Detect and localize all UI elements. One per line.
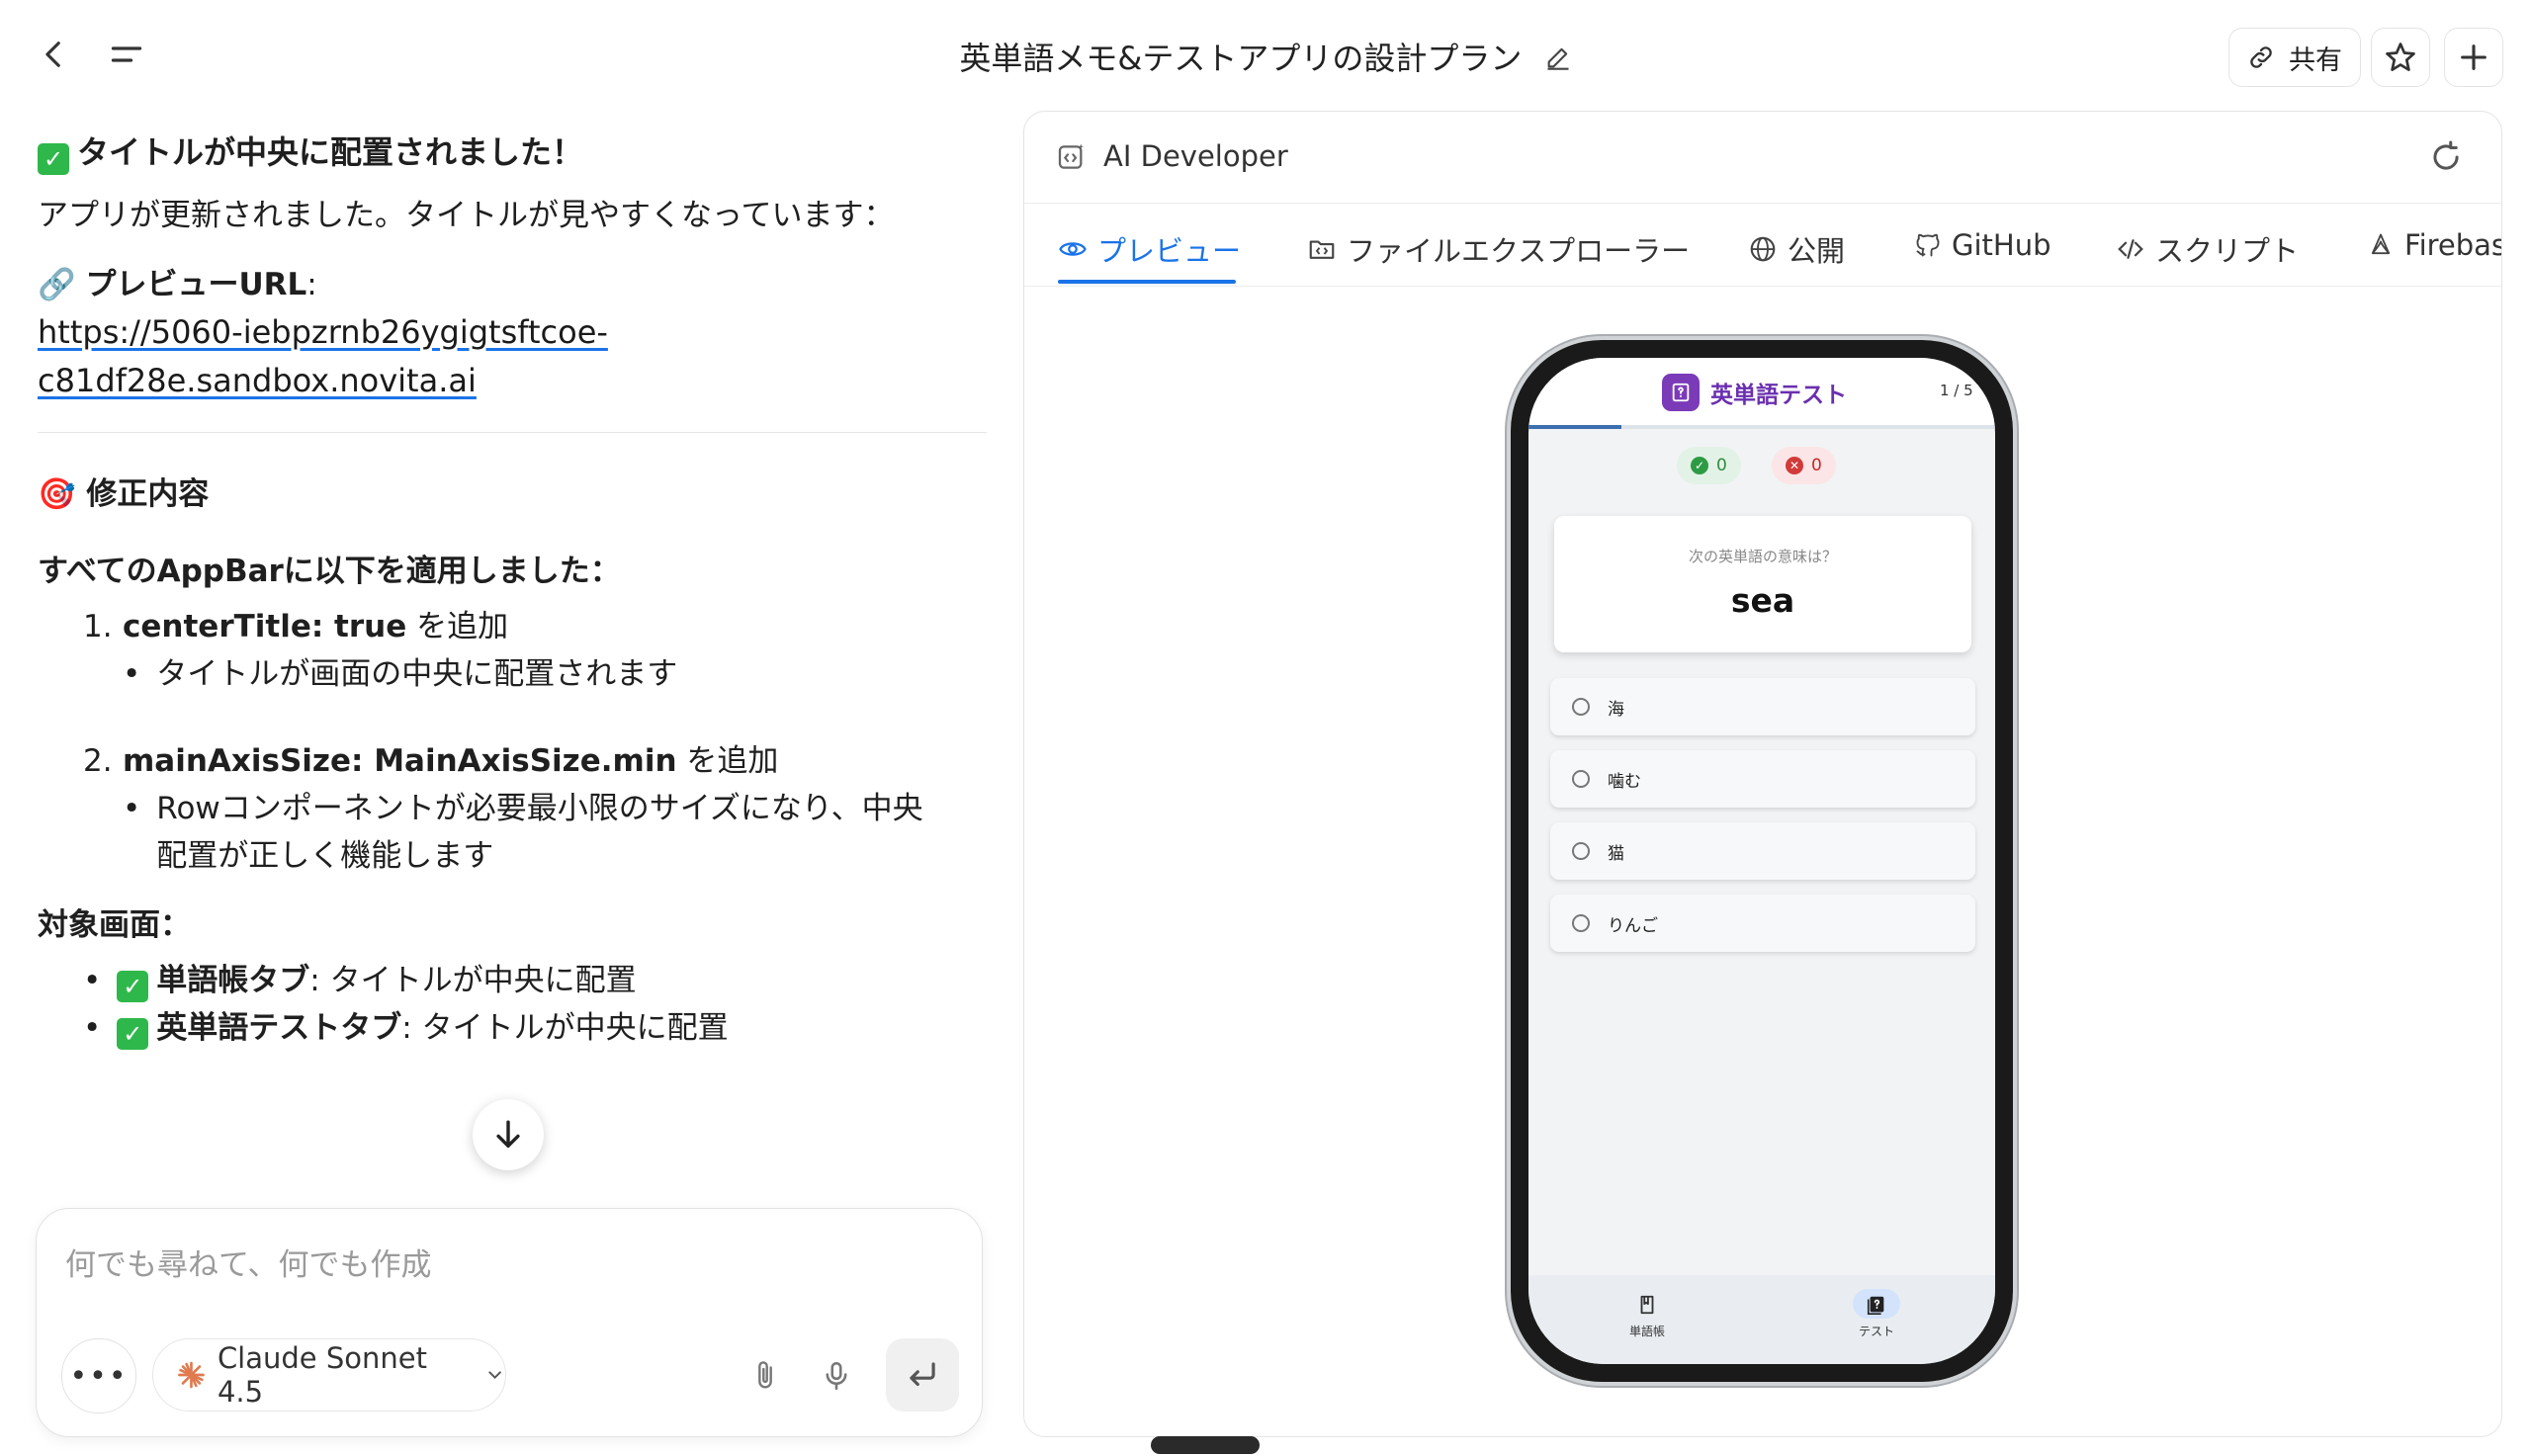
enter-icon <box>910 1362 935 1387</box>
message-heading: ✓ タイトルが中央に配置されました！ <box>38 128 987 178</box>
globe-icon <box>1750 236 1776 262</box>
phone-screen: 英単語テスト 1 / 5 ✓ 0 ✕ 0 次の英単語の意味は？ sea 海 噛む… <box>1528 358 1995 1364</box>
check-icon: ✓ <box>117 1018 149 1051</box>
bottom-navigation: 単語帳 テスト <box>1528 1275 1995 1364</box>
list-subitem: • タイトルが画面の中央に配置されます <box>123 656 678 693</box>
scroll-down-button[interactable] <box>473 1099 544 1170</box>
star-button[interactable] <box>2371 28 2430 87</box>
book-icon <box>1588 1293 1706 1323</box>
github-icon <box>1916 233 1940 257</box>
tab-file-explorer[interactable]: ファイルエクスプローラー <box>1307 228 1690 270</box>
panel-title: AI Developer <box>1103 139 1288 173</box>
list-item: 2. mainAxisSize: MainAxisSize.min を追加 • Ro… <box>83 737 987 880</box>
panel-tabs: プレビュー ファイルエクスプローラー 公開 GitHub スクリプト Fireb… <box>1024 203 2501 287</box>
firebase-icon <box>2371 233 2391 255</box>
question-prompt: 次の英単語の意味は？ <box>1688 548 1837 565</box>
attach-button[interactable] <box>743 1354 787 1398</box>
check-icon: ✓ <box>38 143 69 175</box>
link-emoji-icon: 🔗 <box>38 266 76 302</box>
new-chat-button[interactable] <box>2444 28 2503 87</box>
question-card: 次の英単語の意味は？ sea <box>1554 516 1971 652</box>
list-item: • ✓ 英単語テストタブ: タイトルが中央に配置 <box>83 1010 729 1051</box>
model-selector[interactable]: Claude Sonnet 4.5 <box>152 1338 506 1412</box>
refresh-button[interactable] <box>2426 137 2466 177</box>
send-button[interactable] <box>886 1338 959 1412</box>
code-icon <box>2118 239 2143 259</box>
microphone-icon <box>826 1361 847 1391</box>
progress-bar-fill <box>1528 425 1622 429</box>
radio-icon <box>1572 770 1590 788</box>
quiz-icon <box>1817 1293 1936 1323</box>
active-tab-indicator <box>1058 280 1236 284</box>
answer-option[interactable]: 猫 <box>1550 822 1975 880</box>
claude-logo-icon <box>178 1361 205 1389</box>
preview-label-line: 🔗 プレビューURL: <box>38 266 317 302</box>
radio-icon <box>1572 914 1590 932</box>
nav-item-wordbook[interactable]: 単語帳 <box>1588 1293 1706 1339</box>
top-bar: 英単語メモ&テストアプリの設計プラン 共有 <box>0 0 2531 111</box>
target-emoji-icon: 🎯 <box>38 475 76 512</box>
page-title[interactable]: 英単語メモ&テストアプリの設計プラン <box>0 34 2531 79</box>
divider <box>38 431 987 433</box>
arrow-down-icon <box>496 1120 520 1149</box>
plus-icon <box>2461 44 2487 70</box>
wrong-count: ✕ 0 <box>1772 447 1836 484</box>
check-icon: ✓ <box>117 971 149 1003</box>
check-circle-icon: ✓ <box>1691 457 1708 474</box>
microphone-button[interactable] <box>815 1354 858 1398</box>
app-title: 英単語テスト <box>1710 383 1847 408</box>
radio-icon <box>1572 698 1590 716</box>
answer-option[interactable]: 噛む <box>1550 750 1975 808</box>
home-indicator <box>1151 1436 1260 1454</box>
preview-url-link[interactable]: https://5060-iebpzrnb26ygigtsftcoe-c81df… <box>38 313 608 400</box>
target-heading: 対象画面： <box>38 907 191 944</box>
paperclip-icon <box>758 1361 772 1389</box>
target-list: • ✓ 単語帳タブ: タイトルが中央に配置 • ✓ 英単語テストタブ: タイトルが中… <box>38 957 987 1052</box>
tab-scripts[interactable]: スクリプト <box>2116 228 2299 270</box>
ellipsis-icon: ••• <box>69 1358 129 1394</box>
list-item: 1. centerTitle: true を追加 • タイトルが画面の中央に配置され… <box>83 603 987 698</box>
tab-github[interactable]: GitHub <box>1914 228 2051 262</box>
radio-icon <box>1572 842 1590 860</box>
updated-text: アプリが更新されました。タイトルが見やすくなっています： <box>38 197 895 233</box>
edit-icon[interactable] <box>1544 42 1572 79</box>
page-title-text: 英単語メモ&テストアプリの設計プラン <box>959 40 1523 77</box>
tab-firebase[interactable]: Firebas <box>2367 228 2501 262</box>
ai-developer-icon <box>1056 141 1088 177</box>
message-input[interactable]: 何でも尋ねて、何でも作成 <box>65 1240 431 1284</box>
fix-heading: 🎯 修正内容 <box>38 475 210 512</box>
panel-header: AI Developer <box>1024 112 2501 204</box>
answer-option[interactable]: 海 <box>1550 678 1975 735</box>
question-word: sea <box>1730 581 1795 620</box>
model-name: Claude Sonnet 4.5 <box>217 1341 427 1409</box>
folder-code-icon <box>1309 240 1335 259</box>
eye-icon <box>1059 242 1087 256</box>
list-subitem: • Rowコンポーネントが必要最小限のサイズになり、中央配置が正しく機能します <box>123 791 923 875</box>
share-label: 共有 <box>2289 44 2342 76</box>
chat-message: ✓ タイトルが中央に配置されました！ アプリが更新されました。タイトルが見やすくな… <box>38 128 987 1152</box>
x-circle-icon: ✕ <box>1786 457 1803 474</box>
answer-option[interactable]: りんご <box>1550 895 1975 952</box>
list-item: • ✓ 単語帳タブ: タイトルが中央に配置 <box>83 963 637 1003</box>
applied-heading: すべてのAppBarに以下を適用しました： <box>38 553 621 589</box>
refresh-icon <box>2433 140 2459 170</box>
question-counter: 1 / 5 <box>1940 382 1973 399</box>
share-button[interactable]: 共有 <box>2228 28 2361 87</box>
nav-item-test[interactable]: テスト <box>1817 1289 1936 1339</box>
correct-count: ✓ 0 <box>1677 447 1741 484</box>
tab-publish[interactable]: 公開 <box>1748 228 1845 270</box>
more-options-button[interactable]: ••• <box>61 1338 136 1413</box>
link-icon <box>2250 46 2272 68</box>
fix-list: 1. centerTitle: true を追加 • タイトルが画面の中央に配置され… <box>38 603 987 880</box>
app-logo-icon <box>1662 374 1700 411</box>
tab-preview[interactable]: プレビュー <box>1058 228 1241 270</box>
star-icon <box>2386 43 2415 71</box>
chevron-down-icon <box>488 1371 501 1380</box>
